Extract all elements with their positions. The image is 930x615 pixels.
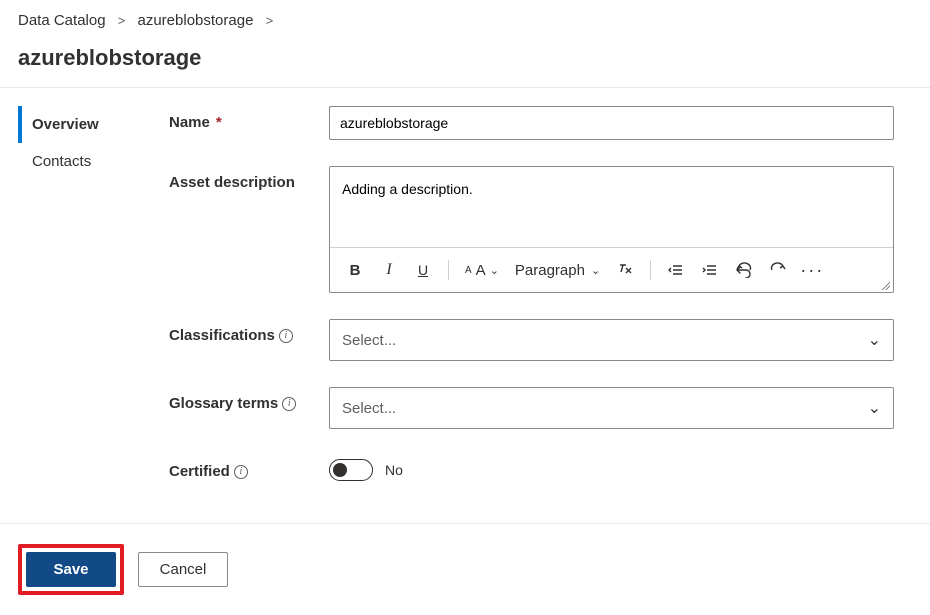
font-size-button[interactable]: AA ⌄ [459,258,505,283]
description-editor: Adding a description. B I U AA ⌄ Paragra… [329,166,894,293]
chevron-down-icon: ⌄ [868,398,881,418]
classifications-label: Classifications i [169,319,329,344]
chevron-down-icon: ⌄ [591,264,600,277]
info-icon[interactable]: i [234,465,248,479]
classifications-select[interactable]: Select... ⌄ [329,319,894,361]
description-input[interactable]: Adding a description. [330,167,893,247]
certified-value: No [385,462,403,478]
info-icon[interactable]: i [282,397,296,411]
chevron-down-icon: ⌄ [490,264,499,277]
footer: Save Cancel [0,523,930,615]
breadcrumb: Data Catalog > azureblobstorage > [0,0,930,29]
more-options-button[interactable]: ··· [797,256,827,284]
description-label: Asset description [169,166,329,191]
highlight-annotation: Save [18,544,124,595]
save-button[interactable]: Save [26,552,116,587]
cancel-button[interactable]: Cancel [138,552,228,587]
separator [448,260,449,280]
breadcrumb-item[interactable]: azureblobstorage [138,12,254,29]
info-icon[interactable]: i [279,329,293,343]
glossary-select[interactable]: Select... ⌄ [329,387,894,429]
sidebar-item-overview[interactable]: Overview [18,106,165,143]
page-title: azureblobstorage [0,29,930,88]
outdent-button[interactable] [661,256,691,284]
resize-handle[interactable] [881,281,891,291]
chevron-right-icon: > [266,13,274,28]
name-input[interactable] [329,106,894,140]
indent-button[interactable] [695,256,725,284]
redo-button[interactable] [763,256,793,284]
paragraph-style-button[interactable]: Paragraph ⌄ [509,258,606,283]
select-placeholder: Select... [342,400,396,417]
name-label: Name* [169,106,329,131]
underline-button[interactable]: U [408,256,438,284]
italic-button[interactable]: I [374,256,404,284]
glossary-label: Glossary terms i [169,387,329,412]
certified-label: Certified i [169,455,329,480]
form: Name* Asset description Adding a descrip… [165,106,912,493]
undo-button[interactable] [729,256,759,284]
separator [650,260,651,280]
bold-button[interactable]: B [340,256,370,284]
chevron-right-icon: > [118,13,126,28]
chevron-down-icon: ⌄ [868,330,881,350]
toggle-knob [333,463,347,477]
required-indicator: * [216,114,222,131]
breadcrumb-item[interactable]: Data Catalog [18,12,106,29]
editor-toolbar: B I U AA ⌄ Paragraph ⌄ [330,247,893,292]
clear-format-button[interactable] [610,256,640,284]
sidebar: Overview Contacts [0,106,165,493]
select-placeholder: Select... [342,332,396,349]
sidebar-item-contacts[interactable]: Contacts [18,143,165,180]
certified-toggle[interactable] [329,459,373,481]
